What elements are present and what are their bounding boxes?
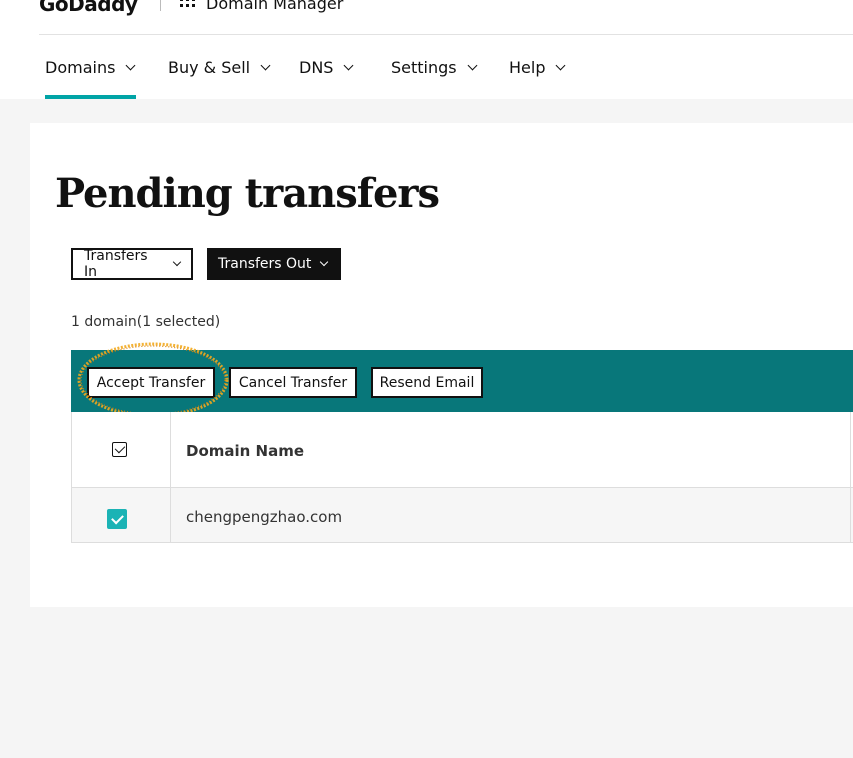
transfers-out-dropdown[interactable]: Transfers Out: [207, 248, 341, 280]
chevron-down-icon: [320, 257, 329, 267]
nav-settings[interactable]: Settings: [391, 58, 478, 77]
nav-help[interactable]: Help: [509, 58, 566, 77]
chevron-down-icon: [260, 60, 271, 71]
domain-count: 1 domain(1 selected): [71, 314, 221, 330]
grid-icon[interactable]: [180, 0, 196, 8]
nav-active-indicator: [45, 95, 136, 99]
header-rule: [39, 34, 853, 35]
domain-name-cell: chengpengzhao.com: [186, 508, 343, 526]
app-title[interactable]: Domain Manager: [206, 0, 343, 13]
nav-settings-label: Settings: [391, 58, 457, 77]
accept-transfer-button[interactable]: Accept Transfer: [87, 367, 215, 398]
transfers-table: Domain Name chengpengzhao.com: [71, 412, 853, 543]
nav-domains[interactable]: Domains: [45, 58, 136, 77]
transfers-out-label: Transfers Out: [218, 256, 312, 272]
page-title: Pending transfers: [55, 170, 440, 217]
row-checkbox[interactable]: [107, 509, 127, 529]
transfers-in-label: Transfers In: [84, 248, 148, 280]
nav-buy-sell-label: Buy & Sell: [168, 58, 251, 77]
chevron-down-icon: [344, 60, 354, 71]
nav-help-label: Help: [509, 58, 546, 77]
cancel-transfer-button[interactable]: Cancel Transfer: [229, 367, 357, 398]
chevron-down-icon: [556, 60, 566, 71]
godaddy-logo[interactable]: GoDaddy: [39, 0, 138, 16]
nav-buy-sell[interactable]: Buy & Sell: [168, 58, 271, 77]
top-header: GoDaddy Domain Manager Domains Buy & Sel…: [0, 0, 853, 99]
header-divider: [160, 0, 161, 11]
column-header-domain-name[interactable]: Domain Name: [186, 442, 304, 460]
resend-email-button[interactable]: Resend Email: [371, 367, 483, 398]
nav-dns-label: DNS: [299, 58, 334, 77]
select-all-checkbox[interactable]: [112, 442, 127, 457]
chevron-down-icon: [467, 60, 478, 71]
chevron-down-icon: [172, 257, 182, 267]
nav-domains-label: Domains: [45, 58, 116, 77]
column-divider: [170, 412, 171, 542]
table-header-row: Domain Name: [72, 412, 853, 488]
nav-dns[interactable]: DNS: [299, 58, 354, 77]
chevron-down-icon: [125, 60, 136, 71]
table-row: chengpengzhao.com: [72, 488, 853, 542]
transfers-in-dropdown[interactable]: Transfers In: [71, 248, 193, 280]
column-divider: [850, 412, 851, 542]
